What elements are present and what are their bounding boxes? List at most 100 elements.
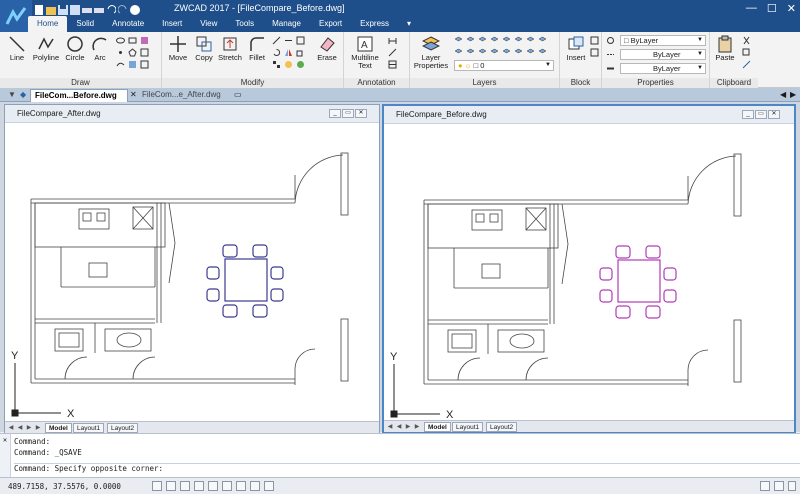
first-layout-icon[interactable]: ◀	[7, 424, 15, 432]
erase-button[interactable]: Erase	[314, 35, 340, 62]
new-tab-icon[interactable]: ▭	[234, 90, 242, 99]
layer-tool-icon[interactable]	[502, 36, 511, 45]
ellipse-icon[interactable]	[116, 36, 125, 45]
layer-tool-icon[interactable]	[502, 48, 511, 57]
fillet-button[interactable]: Fillet	[245, 35, 269, 62]
layer-tool-icon[interactable]	[466, 48, 475, 57]
tab-annotate[interactable]: Annotate	[103, 16, 153, 32]
minimize-icon[interactable]: _	[329, 109, 341, 118]
polyline-button[interactable]: Polyline	[30, 35, 62, 62]
table-insert-icon[interactable]	[388, 60, 397, 69]
layer-tool-icon[interactable]	[538, 36, 547, 45]
match-icon[interactable]	[742, 60, 751, 69]
save-as-icon[interactable]	[70, 5, 80, 15]
tab-tools[interactable]: Tools	[226, 16, 263, 32]
array-icon[interactable]	[272, 60, 281, 69]
maximize-button[interactable]: ☐	[767, 2, 777, 15]
command-input[interactable]: Command: Specify opposite corner:	[14, 463, 800, 473]
floor-plan-canvas[interactable]: XY	[384, 124, 792, 421]
extend-icon[interactable]	[284, 36, 293, 45]
print-icon[interactable]	[82, 5, 92, 15]
minimize-icon[interactable]: _	[742, 110, 754, 119]
layer-tool-icon[interactable]	[538, 48, 547, 57]
status-menu-icon[interactable]	[788, 481, 796, 491]
plot-preview-icon[interactable]	[94, 5, 104, 15]
edit-block-icon[interactable]	[590, 48, 599, 57]
tpy-toggle-icon[interactable]	[264, 481, 274, 491]
line-button[interactable]: Line	[6, 35, 28, 62]
save-icon[interactable]	[58, 5, 68, 15]
join-icon[interactable]	[296, 60, 305, 69]
first-layout-icon[interactable]: ◀	[386, 423, 394, 431]
paste-button[interactable]: Paste	[712, 35, 738, 62]
tab-insert[interactable]: Insert	[153, 16, 191, 32]
help-icon[interactable]	[130, 5, 140, 15]
workspace-icon[interactable]	[760, 481, 770, 491]
tab-layout2[interactable]: Layout2	[107, 423, 139, 433]
tab-export[interactable]: Export	[310, 16, 351, 32]
tab-layout2[interactable]: Layout2	[486, 422, 518, 432]
scale-icon[interactable]	[296, 48, 305, 57]
arc-button[interactable]: Arc	[89, 35, 111, 62]
tab-model[interactable]: Model	[424, 422, 451, 432]
restore-icon[interactable]: ▭	[342, 109, 354, 118]
doc-tab-after[interactable]: FileCom...e_After.dwg	[138, 89, 234, 102]
close-command-icon[interactable]: ✕	[0, 436, 10, 444]
linetype-combo[interactable]: ByLayer ▼	[620, 49, 706, 60]
spline-icon[interactable]	[116, 60, 125, 69]
mirror-icon[interactable]	[284, 48, 293, 57]
rectangle-icon[interactable]	[128, 36, 137, 45]
tab-solid[interactable]: Solid	[67, 16, 103, 32]
layer-tool-icon[interactable]	[466, 36, 475, 45]
ribbon-options-icon[interactable]: ▾	[398, 16, 420, 32]
boundary-icon[interactable]	[140, 60, 149, 69]
floor-plan-canvas[interactable]: XY	[5, 123, 377, 421]
snap-toggle-icon[interactable]	[166, 481, 176, 491]
close-icon[interactable]: ✕	[768, 110, 780, 119]
copy-button[interactable]: Copy	[192, 35, 216, 62]
lock-toolbar-icon[interactable]	[774, 481, 784, 491]
table-icon[interactable]	[128, 60, 137, 69]
otrack-toggle-icon[interactable]	[222, 481, 232, 491]
doc-tab-before[interactable]: FileCom...Before.dwg	[30, 89, 128, 102]
layer-tool-icon[interactable]	[454, 48, 463, 57]
polar-toggle-icon[interactable]	[194, 481, 204, 491]
explode-icon[interactable]	[284, 60, 293, 69]
last-layout-icon[interactable]: ▶	[34, 424, 42, 432]
next-layout-icon[interactable]: ▶	[404, 423, 412, 431]
create-block-icon[interactable]	[590, 36, 599, 45]
tab-manage[interactable]: Manage	[263, 16, 310, 32]
region-icon[interactable]	[140, 48, 149, 57]
close-button[interactable]: ✕	[787, 2, 796, 15]
layer-tool-icon[interactable]	[514, 48, 523, 57]
tab-layout1[interactable]: Layout1	[452, 422, 484, 432]
lineweight-combo[interactable]: ByLayer ▼	[620, 63, 706, 74]
move-button[interactable]: Move	[166, 35, 190, 62]
layer-tool-icon[interactable]	[478, 36, 487, 45]
circle-button[interactable]: Circle	[63, 35, 87, 62]
layer-tool-icon[interactable]	[490, 36, 499, 45]
stretch-button[interactable]: Stretch	[217, 35, 243, 62]
layer-tool-icon[interactable]	[526, 36, 535, 45]
layer-tool-icon[interactable]	[514, 36, 523, 45]
tab-layout1[interactable]: Layout1	[73, 423, 105, 433]
dyn-toggle-icon[interactable]	[236, 481, 246, 491]
layer-tool-icon[interactable]	[490, 48, 499, 57]
osnap-toggle-icon[interactable]	[208, 481, 218, 491]
close-tab-icon[interactable]: ✕	[130, 90, 137, 99]
color-combo[interactable]: □ ByLayer ▼	[620, 35, 706, 46]
layer-combo[interactable]: ● ☼ □ 0 ▼	[454, 60, 554, 71]
insert-block-button[interactable]: Insert	[564, 35, 588, 62]
trim-icon[interactable]	[272, 36, 281, 45]
grid-toggle-icon[interactable]	[152, 481, 162, 491]
leader-icon[interactable]	[388, 48, 397, 57]
tab-express[interactable]: Express	[351, 16, 398, 32]
layer-properties-button[interactable]: Layer Properties	[412, 35, 450, 70]
prev-layout-icon[interactable]: ◀	[395, 423, 403, 431]
linetype-icon[interactable]	[606, 50, 615, 59]
prev-layout-icon[interactable]: ◀	[16, 424, 24, 432]
layer-tool-icon[interactable]	[478, 48, 487, 57]
open-icon[interactable]	[46, 5, 56, 15]
point-icon[interactable]	[116, 48, 125, 57]
ortho-toggle-icon[interactable]	[180, 481, 190, 491]
